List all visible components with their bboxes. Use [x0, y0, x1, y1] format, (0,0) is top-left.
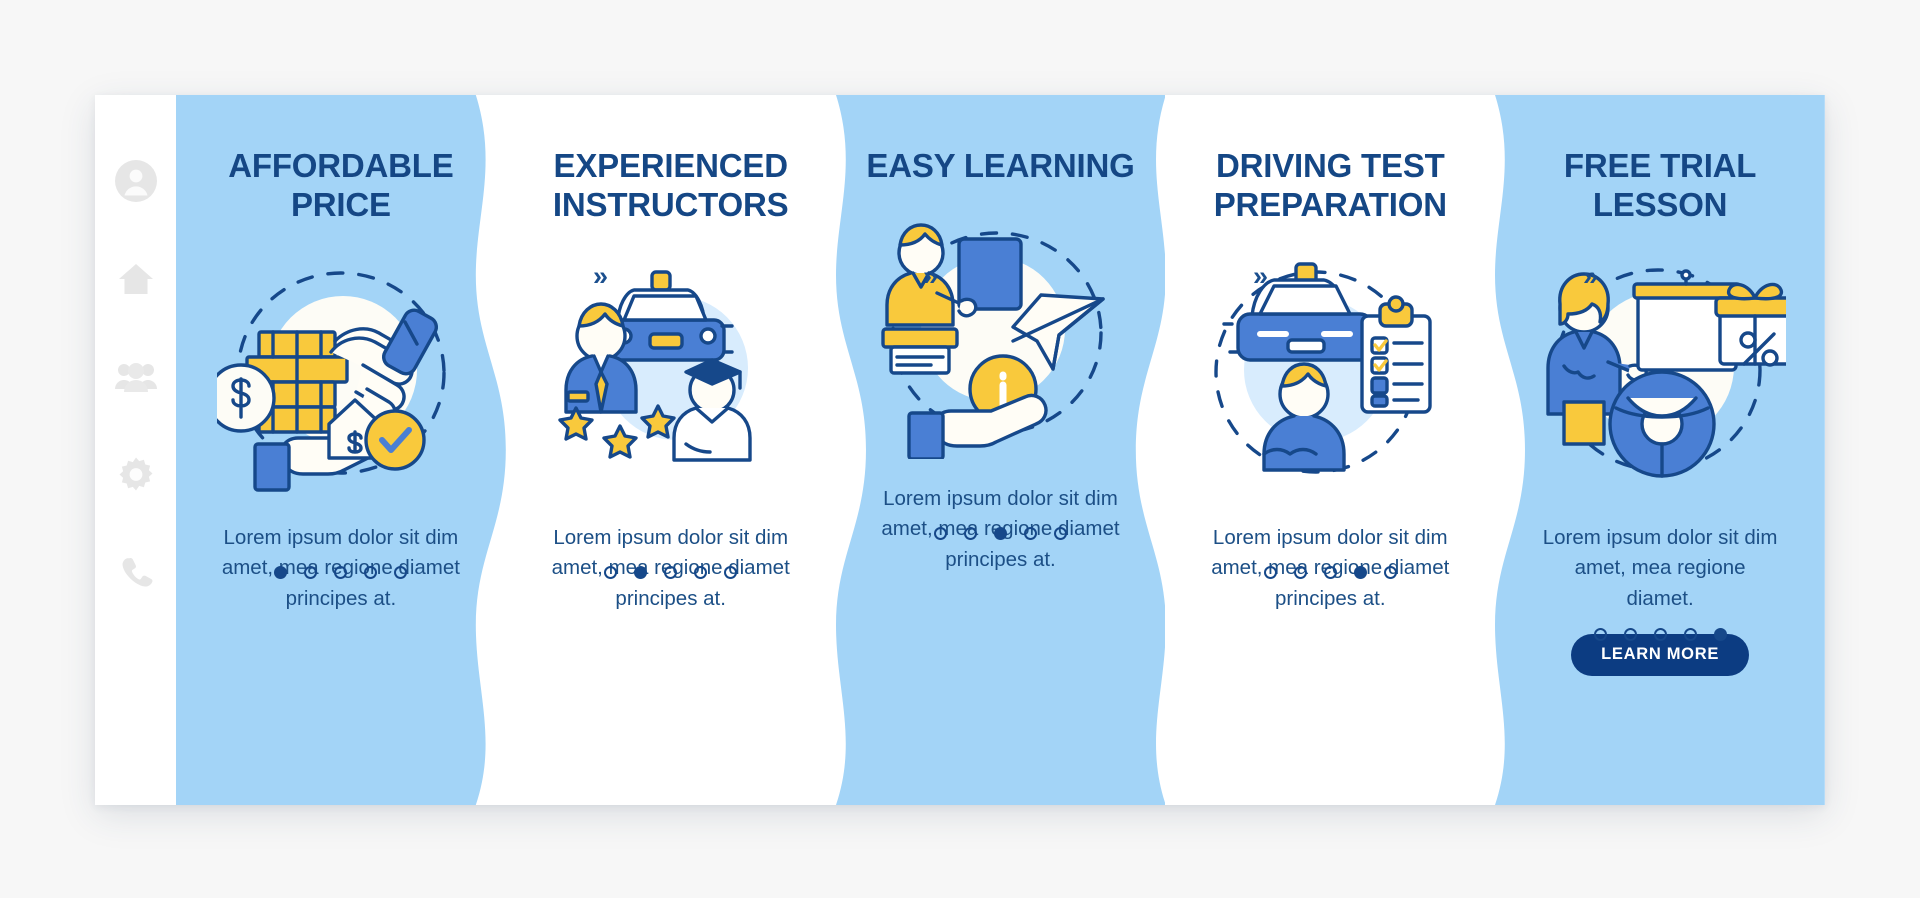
sidebar-item-settings[interactable]: [114, 453, 158, 497]
pagination-dot[interactable]: [634, 565, 648, 579]
pagination-dots[interactable]: [1263, 565, 1397, 579]
pagination-dot[interactable]: [664, 565, 678, 579]
screen-root: AFFORDABLE PRICE Lorem ipsum dolor sit d…: [0, 0, 1920, 898]
pagination-dots[interactable]: [604, 565, 738, 579]
pagination-dot[interactable]: [933, 526, 947, 540]
pagination-dot[interactable]: [963, 526, 977, 540]
panel-affordable-price: AFFORDABLE PRICE Lorem ipsum dolor sit d…: [176, 95, 506, 805]
pagination-dot[interactable]: [1683, 627, 1697, 641]
pagination-dots[interactable]: [1593, 627, 1727, 641]
people-group-icon: [114, 357, 158, 397]
pagination-dot[interactable]: [1353, 565, 1367, 579]
teacher-gift-discount-steeringwheel-illustration: [1495, 243, 1825, 503]
panel-description: Lorem ipsum dolor sit dim amet, mea regi…: [1542, 525, 1778, 610]
pagination-dot[interactable]: [334, 565, 348, 579]
sidebar-nav: [95, 95, 176, 805]
pagination-dots[interactable]: [274, 565, 408, 579]
pagination-dot[interactable]: [394, 565, 408, 579]
pagination-dot[interactable]: [1383, 565, 1397, 579]
chevron-separator-2: »: [923, 261, 938, 291]
pagination-dot[interactable]: [993, 526, 1007, 540]
page-title: AFFORDABLE PRICE: [228, 147, 454, 223]
pagination-dot[interactable]: [1323, 565, 1337, 579]
panel-easy-learning: EASY LEARNING Lorem ipsum dolor sit dim …: [835, 95, 1166, 805]
pagination-dot[interactable]: [1023, 526, 1037, 540]
sidebar-item-home[interactable]: [114, 257, 158, 301]
pagination-dot[interactable]: [1623, 627, 1637, 641]
onboarding-panels: AFFORDABLE PRICE Lorem ipsum dolor sit d…: [176, 95, 1825, 805]
page-title: EXPERIENCED INSTRUCTORS: [552, 147, 789, 223]
chevron-separator-3: »: [1253, 261, 1268, 291]
sidebar-item-community[interactable]: [114, 355, 158, 399]
page-title: DRIVING TEST PREPARATION: [1213, 147, 1447, 223]
panel-free-trial-lesson: FREE TRIAL LESSON Lorem ipsum dolor sit …: [1495, 95, 1825, 805]
pagination-dot[interactable]: [364, 565, 378, 579]
phone-icon: [117, 554, 155, 592]
pagination-dot[interactable]: [1713, 627, 1727, 641]
sidebar-item-contact[interactable]: [114, 551, 158, 595]
panel-driving-test-preparation: DRIVING TEST PREPARATION Lorem ipsum dol…: [1165, 95, 1496, 805]
pagination-dot[interactable]: [724, 565, 738, 579]
page-title: FREE TRIAL LESSON: [1563, 147, 1757, 223]
chevron-separator-4: »: [1583, 261, 1598, 291]
panel-experienced-instructors: EXPERIENCED INSTRUCTORS Lorem ipsum dolo…: [505, 95, 836, 805]
pagination-dot[interactable]: [1653, 627, 1667, 641]
device-frame: AFFORDABLE PRICE Lorem ipsum dolor sit d…: [95, 95, 1825, 805]
chevron-separator-1: »: [593, 261, 608, 291]
gear-icon: [116, 455, 156, 495]
pagination-dot[interactable]: [694, 565, 708, 579]
page-title: EASY LEARNING: [866, 147, 1135, 184]
pagination-dot[interactable]: [1263, 565, 1277, 579]
pagination-dot[interactable]: [304, 565, 318, 579]
car-checklist-driver-illustration: [1165, 243, 1495, 503]
handshake-coins-house-illustration: [176, 243, 506, 503]
pagination-dot[interactable]: [1053, 526, 1067, 540]
home-icon: [116, 259, 156, 299]
user-avatar-icon: [114, 159, 158, 203]
sidebar-item-account[interactable]: [114, 159, 158, 203]
teacher-board-paperplane-info-illustration: [836, 204, 1166, 464]
pagination-dot[interactable]: [604, 565, 618, 579]
pagination-dot[interactable]: [1293, 565, 1307, 579]
pagination-dots[interactable]: [933, 526, 1067, 540]
pagination-dot[interactable]: [274, 565, 288, 579]
instructor-car-graduate-illustration: [506, 243, 836, 503]
pagination-dot[interactable]: [1593, 627, 1607, 641]
